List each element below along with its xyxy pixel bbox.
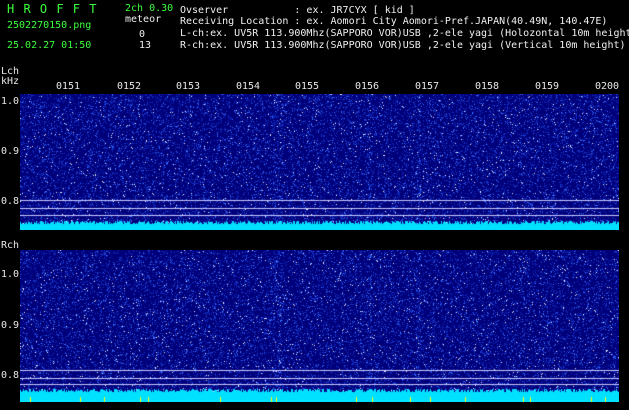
rch-channel-label: Rch — [1, 240, 20, 251]
lch-description: L-ch:ex. UV5R 113.900Mhz(SAPPORO VOR)USB… — [180, 28, 629, 39]
time-tick-0157: 0157 — [415, 81, 440, 92]
location-line: Receiving Location : ex. Aomori City Aom… — [180, 16, 608, 27]
rch-ytick-0-8: 0.8 — [1, 370, 20, 381]
datetime: 25.02.27 01:50 — [7, 40, 92, 51]
rch-description: R-ch:ex. UV5R 113.900Mhz(SAPPORO VOR)USB… — [180, 40, 626, 51]
observer-line: Ovserver : ex. JR7CYX [ kid ] — [180, 5, 415, 16]
lch-ytick-0-9: 0.9 — [1, 146, 20, 157]
meteor-label: meteor — [125, 14, 162, 25]
time-tick-0152: 0152 — [117, 81, 142, 92]
time-tick-0156: 0156 — [355, 81, 380, 92]
time-tick-0200: 0200 — [595, 81, 620, 92]
time-tick-0155: 0155 — [295, 81, 320, 92]
lch-ytick-0-8: 0.8 — [1, 196, 20, 207]
time-tick-0154: 0154 — [236, 81, 261, 92]
rch-ytick-1-0: 1.0 — [1, 269, 20, 280]
time-tick-0151: 0151 — [56, 81, 81, 92]
app-name: H R O F F T — [7, 2, 98, 16]
time-tick-0158: 0158 — [475, 81, 500, 92]
time-tick-0153: 0153 — [176, 81, 201, 92]
meteor-count-rch: 13 — [139, 40, 152, 51]
channel-info: 2ch 0.30 — [125, 3, 174, 14]
rch-spectrogram — [20, 250, 619, 402]
meteor-count-lch: 0 — [139, 29, 146, 40]
lch-unit-label: kHz — [1, 76, 20, 87]
rch-ytick-0-9: 0.9 — [1, 320, 20, 331]
time-tick-0159: 0159 — [535, 81, 560, 92]
filename: 2502270150.png — [7, 20, 92, 31]
lch-spectrogram — [20, 94, 619, 230]
lch-ytick-1-0: 1.0 — [1, 96, 20, 107]
